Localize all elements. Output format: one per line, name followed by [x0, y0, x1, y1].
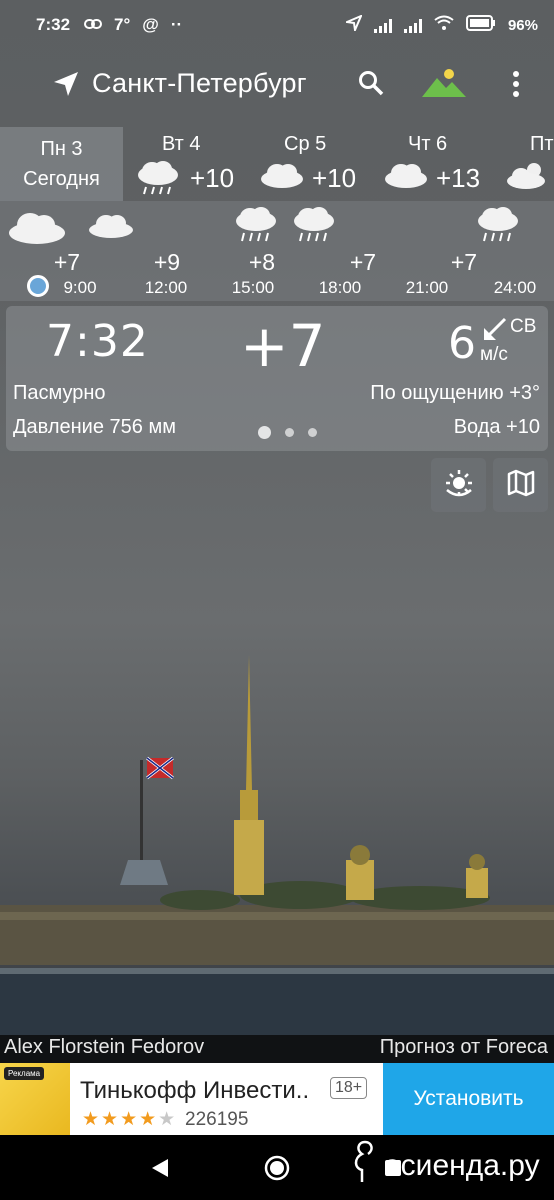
hour-temp: +7	[450, 249, 478, 275]
at-icon: @	[142, 15, 159, 34]
watermark-logo-icon	[350, 1140, 380, 1192]
forecast-source[interactable]: Прогноз от Foreca	[380, 1036, 548, 1059]
day-temp: +10	[190, 163, 235, 193]
ad-badge: Реклама	[4, 1067, 45, 1080]
hour-temp: +7	[349, 249, 377, 275]
install-button[interactable]: Установить	[383, 1063, 554, 1135]
rain-icon	[476, 207, 520, 248]
home-icon[interactable]	[264, 1155, 290, 1186]
rating-stars: ★★★★★	[82, 1109, 178, 1130]
day-temp: +13	[436, 163, 481, 193]
age-rating: 18+	[330, 1077, 368, 1099]
ad-thumbnail: Реклама	[0, 1063, 70, 1135]
map-icon	[507, 469, 535, 502]
wifi-icon	[434, 15, 454, 35]
hour-time: 15:00	[231, 278, 275, 297]
landscape-icon[interactable]	[422, 68, 466, 103]
current-temp: +7	[240, 312, 326, 380]
sun-moon-button[interactable]	[431, 458, 486, 512]
back-icon[interactable]	[150, 1157, 170, 1184]
day-name: Пт	[530, 133, 554, 155]
search-icon[interactable]	[358, 70, 384, 101]
day-item[interactable]: Чт 6 +13	[382, 127, 492, 201]
hour-time: 12:00	[144, 278, 188, 297]
hour-time: 21:00	[405, 278, 449, 297]
city-name[interactable]: Санкт-Петербург	[92, 68, 307, 99]
day-today-label: Сегодня	[23, 168, 100, 190]
rain-icon	[136, 161, 180, 201]
credits-bar: Alex Florstein Fedorov Прогноз от Foreca	[0, 1035, 554, 1063]
watermark: асиенда.ру	[350, 1140, 540, 1192]
rain-icon	[234, 207, 278, 248]
hourly-forecast: +7 +9 +8 +7 +7 9:00 12:00 15:00 18:00 21…	[0, 201, 554, 301]
hour-time: 9:00	[63, 278, 97, 297]
wind-speed: 6	[448, 318, 476, 369]
more-notifications-icon: ··	[170, 15, 183, 34]
day-today-name: Пн 3	[40, 138, 83, 160]
app-bar: Санкт-Петербург	[0, 52, 554, 116]
status-temp: 7°	[114, 15, 131, 34]
status-time: 7:32	[36, 15, 71, 34]
current-conditions-card[interactable]: 7:32 +7 6 СВ м/с Пасмурно По ощущению +3…	[6, 306, 548, 451]
cloud-icon	[88, 213, 134, 244]
photo-author[interactable]: Alex Florstein Fedorov	[4, 1036, 204, 1059]
day-name: Ср 5	[284, 133, 327, 155]
hour-temp: +7	[53, 249, 81, 275]
day-item[interactable]: Ср 5 +10	[258, 127, 368, 201]
signal-icon	[373, 17, 392, 33]
day-temp: +10	[312, 163, 357, 193]
day-name: Чт 6	[408, 133, 448, 155]
review-count: 226195	[185, 1109, 249, 1130]
link-icon	[84, 15, 103, 35]
location-icon	[343, 14, 363, 35]
weather-description: Пасмурно	[13, 382, 106, 404]
rain-icon	[292, 207, 336, 248]
wind-direction-arrow-icon	[482, 316, 508, 347]
day-item[interactable]: Вт 4 +10	[136, 127, 246, 201]
more-options-icon[interactable]	[510, 70, 522, 103]
pressure: Давление 756 мм	[13, 416, 176, 438]
battery-level: 96%	[507, 16, 538, 34]
cloud-icon	[384, 161, 428, 195]
ad-title: Тинькофф Инвести..	[80, 1077, 310, 1104]
day-name: Вт 4	[162, 133, 201, 155]
hour-temp: +9	[153, 249, 181, 275]
sun-cloud-icon	[506, 161, 550, 197]
hour-temp: +8	[248, 249, 276, 275]
wind-direction: СВ	[510, 316, 537, 337]
daily-forecast: Пн 3 Сегодня Вт 4 +10 Ср 5 +10 Чт 6 +13 …	[0, 127, 554, 201]
hour-time: 18:00	[318, 278, 362, 297]
battery-icon	[465, 15, 496, 35]
watermark-text: асиенда.ру	[384, 1149, 540, 1182]
status-bar: 7:32 7° @ ·· 96%	[0, 0, 554, 50]
current-time: 7:32	[46, 316, 149, 367]
sun-moon-icon	[444, 468, 474, 503]
feels-like: По ощущению +3°	[370, 382, 540, 404]
page-indicator	[258, 426, 317, 439]
hour-time: 24:00	[493, 278, 537, 297]
day-item[interactable]: Пт	[504, 127, 554, 201]
map-button[interactable]	[493, 458, 548, 512]
location-arrow-icon[interactable]	[52, 70, 80, 103]
cloud-icon	[8, 211, 66, 250]
wind-unit: м/с	[480, 344, 508, 365]
signal-icon-2	[403, 17, 422, 33]
day-today[interactable]: Пн 3 Сегодня	[0, 127, 123, 201]
water-temp: Вода +10	[453, 416, 540, 438]
cloud-icon	[260, 161, 304, 195]
ad-banner[interactable]: Реклама Тинькофф Инвести.. 18+ ★★★★★ 226…	[0, 1063, 554, 1135]
